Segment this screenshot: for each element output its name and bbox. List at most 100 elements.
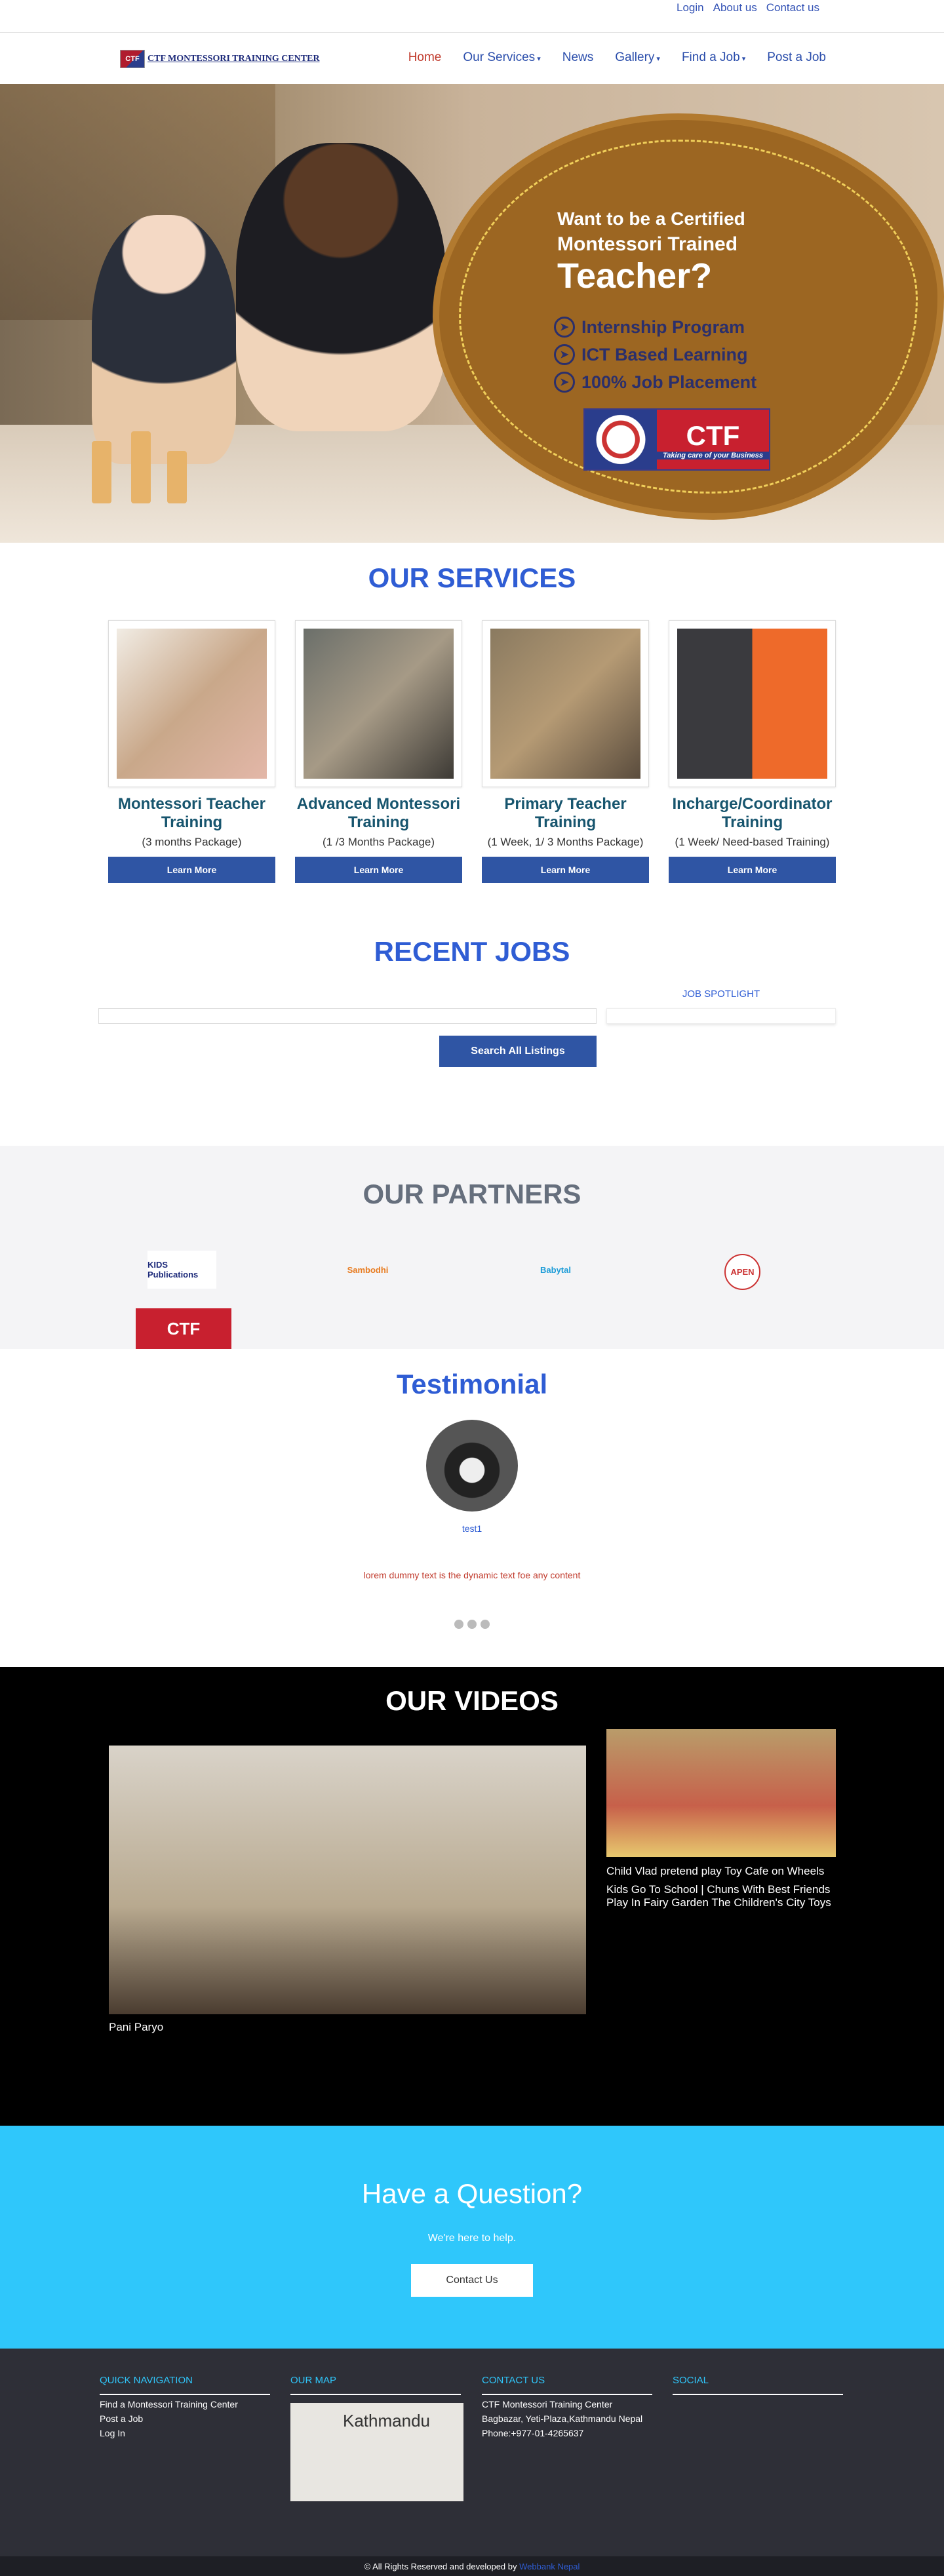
- learn-more-button[interactable]: Learn More: [669, 857, 836, 883]
- service-title[interactable]: Montessori Teacher Training: [108, 795, 275, 832]
- nav-home[interactable]: Home: [408, 50, 442, 65]
- partners-title: OUR PARTNERS: [363, 1179, 581, 1209]
- ctf-logo-text: CTF Taking care of your Business: [657, 410, 769, 469]
- nav-find-a-job[interactable]: Find a Job ▾: [682, 50, 745, 65]
- site-logo[interactable]: CTF CTF MONTESSORI TRAINING CENTER: [120, 50, 320, 68]
- nav-our-services-label: Our Services: [463, 50, 536, 64]
- question-section: Have a Question? We're here to help. Con…: [0, 2126, 944, 2349]
- carousel-dot[interactable]: [481, 1620, 490, 1629]
- partner-logo[interactable]: Sambodhi: [347, 1251, 389, 1289]
- footer-link[interactable]: Post a Job: [100, 2413, 270, 2424]
- hero-bullet-text: Internship Program: [581, 317, 745, 337]
- nav-post-a-job-label: Post a Job: [767, 50, 826, 64]
- footer-map-title: OUR MAP: [290, 2375, 461, 2395]
- contact-line: Bagbazar, Yeti-Plaza,Kathmandu Nepal: [482, 2413, 643, 2424]
- map-embed[interactable]: Kathmandu: [290, 2403, 463, 2501]
- login-link[interactable]: Login: [677, 1, 704, 14]
- learn-more-button[interactable]: Learn More: [295, 857, 462, 883]
- copyright-text: All Rights Reserved and developed by: [372, 2562, 517, 2571]
- copyright-bar: © All Rights Reserved and developed by W…: [0, 2556, 944, 2576]
- footer-quick-nav: QUICK NAVIGATION Find a Montessori Train…: [100, 2375, 270, 2438]
- service-title[interactable]: Advanced Montessori Training: [295, 795, 462, 832]
- service-card: Incharge/Coordinator Training (1 Week/ N…: [669, 620, 836, 883]
- footer-quick-nav-title: QUICK NAVIGATION: [100, 2375, 270, 2395]
- services-list: Montessori Teacher Training (3 months Pa…: [0, 620, 944, 883]
- hero-bullets: ➤ Internship Program ➤ ICT Based Learning …: [554, 317, 757, 399]
- logo-text: CTF MONTESSORI TRAINING CENTER: [148, 54, 320, 64]
- footer-link[interactable]: Find a Montessori Training Center: [100, 2399, 270, 2410]
- nav-gallery[interactable]: Gallery ▾: [615, 50, 660, 65]
- service-card: Advanced Montessori Training (1 /3 Month…: [295, 620, 462, 883]
- partner-logo[interactable]: CTF: [136, 1308, 231, 1349]
- nav-menu: Home Our Services ▾ News Gallery ▾ Find a …: [408, 50, 826, 65]
- contact-us-button[interactable]: Contact Us: [411, 2264, 533, 2297]
- partner-logo[interactable]: APEN: [724, 1254, 760, 1290]
- carousel-dots: [0, 1620, 944, 1629]
- main-video-player[interactable]: [109, 1746, 586, 2014]
- developer-link[interactable]: Webbank Nepal: [519, 2562, 580, 2571]
- nav-post-a-job[interactable]: Post a Job: [767, 50, 826, 65]
- arrow-right-icon: ➤: [554, 317, 575, 338]
- service-image[interactable]: [482, 620, 649, 787]
- testimonial-title: Testimonial: [396, 1369, 548, 1399]
- partner-logo[interactable]: KIDS Publications: [148, 1251, 216, 1289]
- contact-line: CTF Montessori Training Center: [482, 2399, 613, 2410]
- service-title[interactable]: Incharge/Coordinator Training: [669, 795, 836, 832]
- hero-bullet: ➤ ICT Based Learning: [554, 344, 757, 365]
- carousel-dot[interactable]: [454, 1620, 463, 1629]
- nav-gallery-label: Gallery: [615, 50, 655, 64]
- arrow-right-icon: ➤: [554, 372, 575, 393]
- videos-section: OUR VIDEOS Pani Paryo Child Vlad pretend…: [0, 1667, 944, 2126]
- nav-news[interactable]: News: [562, 50, 594, 65]
- footer-social: SOCIAL: [673, 2375, 843, 2395]
- partners-section: OUR PARTNERS KIDS Publications Sambodhi …: [0, 1146, 944, 1349]
- testimonial-section: Testimonial test1 lorem dummy text is th…: [0, 1349, 944, 1667]
- contact-line: Phone:+977-01-4265637: [482, 2428, 584, 2438]
- service-card: Montessori Teacher Training (3 months Pa…: [108, 620, 275, 883]
- learn-more-button[interactable]: Learn More: [482, 857, 649, 883]
- footer: QUICK NAVIGATION Find a Montessori Train…: [0, 2349, 944, 2556]
- ctf-globe-icon: [585, 410, 657, 469]
- testimonial-text: lorem dummy text is the dynamic text foe…: [363, 1570, 581, 1580]
- about-us-link[interactable]: About us: [713, 1, 757, 14]
- nav-our-services[interactable]: Our Services ▾: [463, 50, 540, 65]
- partner-logo[interactable]: Babytal: [534, 1251, 577, 1289]
- copyright-symbol: ©: [364, 2562, 371, 2571]
- hero-bullet: ➤ 100% Job Placement: [554, 372, 757, 393]
- ctf-logo-tagline: Taking care of your Business: [657, 451, 769, 459]
- service-title[interactable]: Primary Teacher Training: [482, 795, 649, 832]
- hero-bullet-text: ICT Based Learning: [581, 344, 748, 364]
- footer-contact: CONTACT US CTF Montessori Training Cente…: [482, 2375, 652, 2438]
- footer-map: OUR MAP Kathmandu: [290, 2375, 463, 2501]
- service-desc: (3 months Package): [142, 836, 242, 848]
- hero-ctf-logo: CTF Taking care of your Business: [583, 408, 770, 471]
- main-video-caption[interactable]: Pani Paryo: [109, 2021, 163, 2034]
- contact-us-link[interactable]: Contact us: [766, 1, 819, 14]
- hero-line-3: Teacher?: [557, 256, 713, 296]
- side-video-caption[interactable]: Kids Go To School | Chuns With Best Frie…: [606, 1883, 836, 1909]
- recent-jobs-section: RECENT JOBS JOB SPOTLIGHT Search All Lis…: [0, 936, 944, 1146]
- service-desc: (1 Week, 1/ 3 Months Package): [487, 836, 644, 848]
- footer-contact-title: CONTACT US: [482, 2375, 652, 2395]
- map-label: Kathmandu: [343, 2411, 430, 2430]
- service-image[interactable]: [295, 620, 462, 787]
- search-all-listings-button[interactable]: Search All Listings: [439, 1036, 597, 1067]
- side-video-thumbnail[interactable]: [606, 1729, 836, 1857]
- avatar: [426, 1420, 518, 1512]
- side-video-caption[interactable]: Child Vlad pretend play Toy Cafe on Whee…: [606, 1865, 836, 1878]
- chevron-down-icon: ▾: [741, 55, 746, 63]
- learn-more-button[interactable]: Learn More: [108, 857, 275, 883]
- job-spotlight-box: [606, 1008, 836, 1024]
- service-image[interactable]: [108, 620, 275, 787]
- service-image[interactable]: [669, 620, 836, 787]
- recent-jobs-title: RECENT JOBS: [374, 936, 570, 967]
- carousel-dot[interactable]: [467, 1620, 477, 1629]
- footer-link[interactable]: Log In: [100, 2428, 270, 2438]
- nav-find-a-job-label: Find a Job: [681, 50, 740, 64]
- services-title: OUR SERVICES: [368, 562, 576, 593]
- service-card: Primary Teacher Training (1 Week, 1/ 3 M…: [482, 620, 649, 883]
- hero-teacher-image: [236, 143, 446, 431]
- recent-jobs-list: [98, 1008, 597, 1024]
- main-navbar: CTF CTF MONTESSORI TRAINING CENTER Home …: [0, 33, 944, 84]
- ctf-logo-name: CTF: [686, 420, 740, 451]
